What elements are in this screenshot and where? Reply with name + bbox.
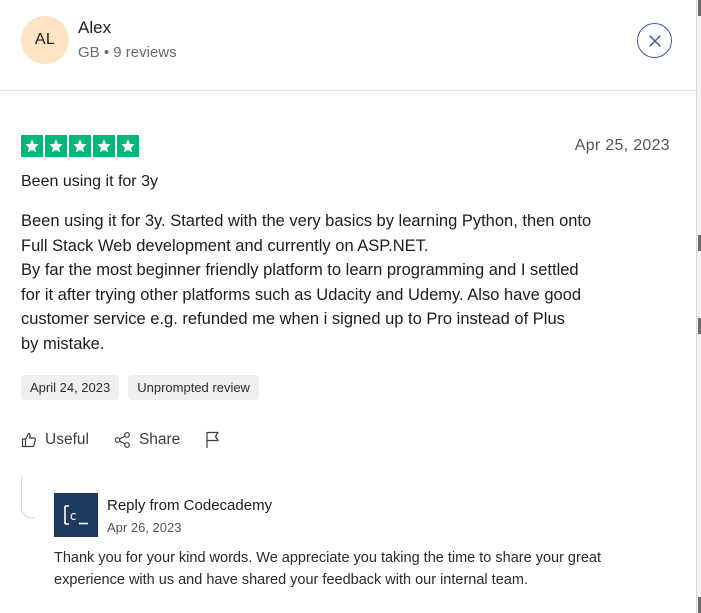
review-line: Been using it for 3y. Started with the v… bbox=[21, 212, 592, 230]
share-label: Share bbox=[138, 431, 181, 448]
reviewer-header: AL Alex GB • 9 reviews bbox=[0, 0, 697, 91]
reply-date: Apr 26, 2023 bbox=[107, 520, 182, 535]
svg-text:c: c bbox=[70, 509, 77, 523]
useful-label: Useful bbox=[45, 431, 89, 448]
avatar[interactable]: AL bbox=[21, 16, 69, 64]
star-icon bbox=[93, 135, 115, 157]
codecademy-logo-mark: c bbox=[64, 505, 88, 525]
review-body: Been using it for 3y. Started with the v… bbox=[21, 209, 681, 357]
review-line: customer service e.g. refunded me when i… bbox=[21, 310, 565, 329]
review-modal: AL Alex GB • 9 reviews Apr 25, 2023 Been… bbox=[0, 0, 697, 613]
reply-connector bbox=[21, 477, 35, 518]
reply-author: Reply from Codecademy bbox=[107, 497, 273, 514]
star-icon bbox=[69, 135, 91, 157]
reviewer-name[interactable]: Alex bbox=[78, 18, 111, 38]
reply-line: Thank you for your kind words. We apprec… bbox=[54, 550, 601, 566]
reviewer-meta: GB • 9 reviews bbox=[78, 44, 177, 61]
review-actions: Useful Share bbox=[21, 431, 229, 449]
review-title: Been using it for 3y bbox=[21, 173, 158, 190]
report-button[interactable] bbox=[205, 431, 229, 449]
star-icon bbox=[21, 135, 43, 157]
experience-date-tag: April 24, 2023 bbox=[21, 375, 120, 400]
review-line: for it after trying other platforms such… bbox=[21, 285, 582, 304]
review-date: Apr 25, 2023 bbox=[574, 137, 670, 154]
useful-button[interactable]: Useful bbox=[21, 431, 89, 449]
share-icon bbox=[114, 432, 130, 448]
close-button[interactable] bbox=[637, 23, 672, 58]
star-rating bbox=[21, 135, 139, 157]
review-line: By far the most beginner friendly platfo… bbox=[21, 261, 579, 280]
reply-body: Thank you for your kind words. We apprec… bbox=[54, 547, 684, 591]
page-edge bbox=[697, 0, 701, 613]
thumbs-up-icon bbox=[21, 432, 36, 448]
codecademy-logo: c bbox=[54, 493, 98, 537]
unprompted-review-tag[interactable]: Unprompted review bbox=[128, 375, 259, 400]
review-tags: April 24, 2023 Unprompted review bbox=[21, 375, 259, 400]
reply-line: experience with us and have shared your … bbox=[54, 572, 528, 588]
review-line: by mistake. bbox=[21, 334, 105, 353]
review-line: Full Stack Web development and currently… bbox=[21, 236, 429, 255]
close-icon bbox=[648, 34, 661, 47]
star-icon bbox=[117, 135, 139, 157]
share-button[interactable]: Share bbox=[114, 431, 180, 449]
flag-icon bbox=[206, 431, 219, 448]
star-icon bbox=[45, 135, 67, 157]
